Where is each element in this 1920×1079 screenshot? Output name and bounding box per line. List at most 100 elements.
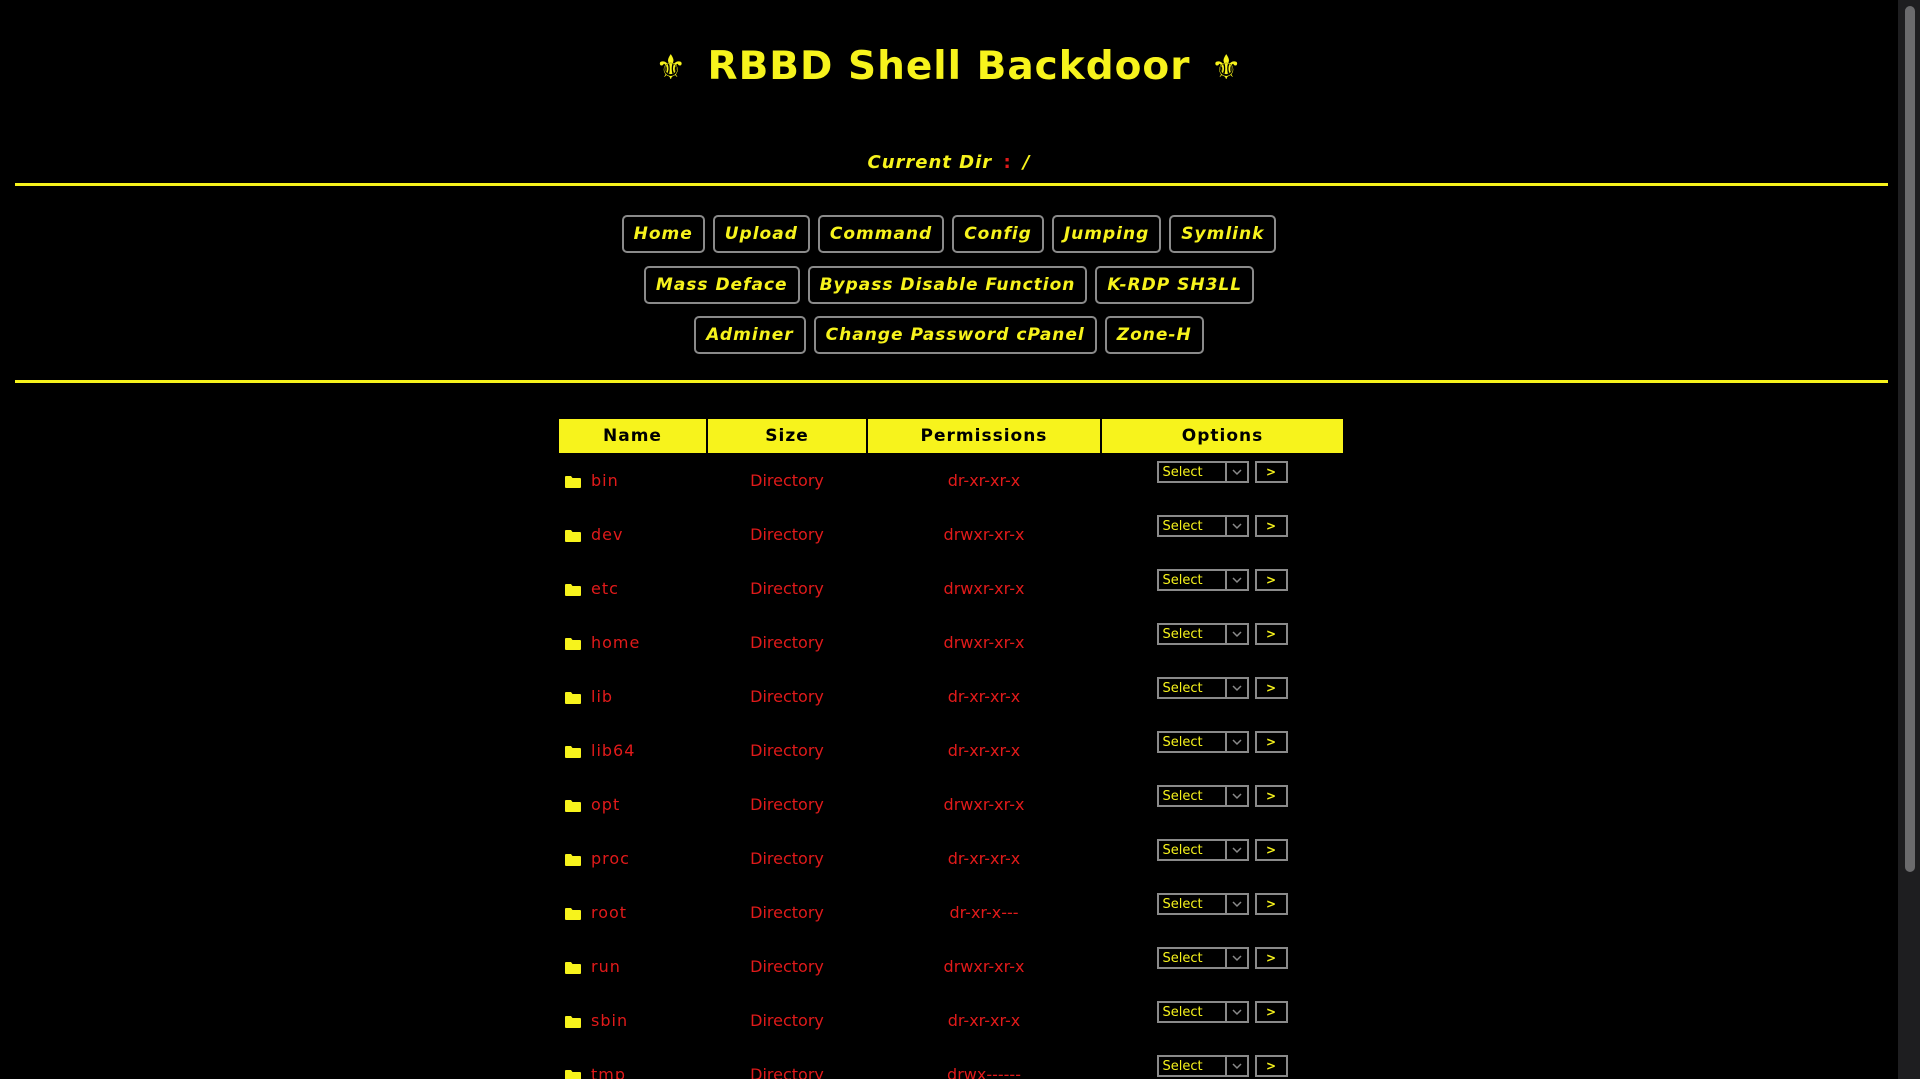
action-select[interactable]: Select bbox=[1156, 893, 1249, 916]
options-group: Select > bbox=[1156, 839, 1288, 862]
cell-name: dev bbox=[559, 507, 707, 561]
file-link[interactable]: run bbox=[591, 957, 621, 976]
nav-button-change-password-cpanel[interactable]: Change Password cPanel bbox=[813, 316, 1097, 354]
action-select-label: Select bbox=[1162, 950, 1203, 966]
scrollbar[interactable] bbox=[1898, 0, 1920, 1079]
file-link[interactable]: opt bbox=[591, 795, 620, 814]
action-select[interactable]: Select bbox=[1156, 1001, 1249, 1024]
file-link[interactable]: tmp bbox=[591, 1065, 626, 1079]
cell-options: Select > bbox=[1101, 831, 1343, 885]
file-link[interactable]: root bbox=[591, 903, 627, 922]
cell-options: Select > bbox=[1101, 939, 1343, 993]
page-title: ⚜ RBBD Shell Backdoor ⚜ bbox=[0, 44, 1898, 89]
file-link[interactable]: lib bbox=[591, 687, 613, 706]
go-button[interactable]: > bbox=[1254, 1001, 1288, 1024]
action-select[interactable]: Select bbox=[1156, 623, 1249, 646]
nav-row-3: Adminer Change Password cPanel Zone-H bbox=[0, 316, 1898, 354]
go-button[interactable]: > bbox=[1254, 947, 1288, 970]
action-select[interactable]: Select bbox=[1156, 515, 1249, 538]
folder-icon bbox=[565, 473, 581, 488]
go-button[interactable]: > bbox=[1254, 893, 1288, 916]
action-select[interactable]: Select bbox=[1156, 461, 1249, 484]
action-select[interactable]: Select bbox=[1156, 947, 1249, 970]
cell-name: root bbox=[559, 885, 707, 939]
nav-button-jumping[interactable]: Jumping bbox=[1051, 215, 1162, 253]
chevron-down-icon bbox=[1224, 463, 1247, 482]
cell-options: Select > bbox=[1101, 561, 1343, 615]
nav-button-k-rdp-sh3ll[interactable]: K-RDP SH3LL bbox=[1095, 266, 1255, 304]
action-select-label: Select bbox=[1162, 842, 1203, 858]
cell-name: sbin bbox=[559, 993, 707, 1047]
scrollbar-thumb[interactable] bbox=[1905, 6, 1915, 872]
cell-permissions: drwxr-xr-x bbox=[943, 524, 1025, 544]
file-link[interactable]: lib64 bbox=[591, 741, 635, 760]
action-select[interactable]: Select bbox=[1156, 677, 1249, 700]
cell-options: Select > bbox=[1101, 453, 1343, 507]
cell-permissions: dr-xr-xr-x bbox=[947, 686, 1021, 706]
divider bbox=[15, 183, 1888, 186]
divider bbox=[15, 380, 1888, 383]
go-button[interactable]: > bbox=[1254, 677, 1288, 700]
go-button[interactable]: > bbox=[1254, 623, 1288, 646]
nav-button-bypass-disable-function[interactable]: Bypass Disable Function bbox=[807, 266, 1088, 304]
action-select-label: Select bbox=[1162, 788, 1203, 804]
cell-permissions: drwx------ bbox=[947, 1064, 1021, 1079]
header-size: Size bbox=[707, 419, 868, 453]
current-dir-separator: : bbox=[1003, 152, 1012, 173]
folder-icon bbox=[565, 905, 581, 920]
go-button[interactable]: > bbox=[1254, 839, 1288, 862]
action-select[interactable]: Select bbox=[1156, 1055, 1249, 1078]
chevron-down-icon bbox=[1224, 1003, 1247, 1022]
options-group: Select > bbox=[1156, 1001, 1288, 1024]
chevron-down-icon bbox=[1224, 1057, 1247, 1076]
cell-size: Directory bbox=[750, 632, 824, 652]
cell-permissions: drwxr-xr-x bbox=[943, 794, 1025, 814]
table-row: bin Directory dr-xr-xr-x Select > bbox=[559, 453, 1343, 507]
options-group: Select > bbox=[1156, 893, 1288, 916]
action-select[interactable]: Select bbox=[1156, 785, 1249, 808]
nav-button-command[interactable]: Command bbox=[817, 215, 945, 253]
go-button[interactable]: > bbox=[1254, 569, 1288, 592]
file-link[interactable]: bin bbox=[591, 471, 619, 490]
cell-permissions: drwxr-xr-x bbox=[943, 956, 1025, 976]
nav-button-mass-deface[interactable]: Mass Deface bbox=[643, 266, 800, 304]
nav-button-symlink[interactable]: Symlink bbox=[1169, 215, 1277, 253]
go-button[interactable]: > bbox=[1254, 1055, 1288, 1078]
cell-permissions: dr-xr-xr-x bbox=[947, 470, 1021, 490]
header-name: Name bbox=[559, 419, 708, 453]
nav-row-1: Home Upload Command Config Jumping Symlink bbox=[0, 215, 1898, 253]
action-select[interactable]: Select bbox=[1156, 731, 1249, 754]
go-button[interactable]: > bbox=[1254, 785, 1288, 808]
folder-icon bbox=[565, 851, 581, 866]
folder-icon bbox=[565, 1067, 581, 1079]
nav-row-2: Mass Deface Bypass Disable Function K-RDP … bbox=[0, 266, 1898, 304]
nav-button-zone-h[interactable]: Zone-H bbox=[1104, 316, 1204, 354]
file-link[interactable]: proc bbox=[591, 849, 630, 868]
cell-options: Select > bbox=[1101, 615, 1343, 669]
go-button[interactable]: > bbox=[1254, 461, 1288, 484]
nav-button-adminer[interactable]: Adminer bbox=[694, 316, 806, 354]
cell-size: Directory bbox=[750, 578, 824, 598]
file-link[interactable]: etc bbox=[591, 579, 619, 598]
nav-button-home[interactable]: Home bbox=[621, 215, 705, 253]
go-button[interactable]: > bbox=[1254, 515, 1288, 538]
options-group: Select > bbox=[1156, 515, 1288, 538]
file-link[interactable]: sbin bbox=[591, 1011, 628, 1030]
options-group: Select > bbox=[1156, 461, 1288, 484]
fleur-de-lis-icon: ⚜ bbox=[655, 48, 687, 88]
action-select[interactable]: Select bbox=[1156, 569, 1249, 592]
table-row: proc Directory dr-xr-xr-x Select > bbox=[559, 831, 1343, 885]
chevron-down-icon bbox=[1224, 841, 1247, 860]
options-group: Select > bbox=[1156, 947, 1288, 970]
options-group: Select > bbox=[1156, 623, 1288, 646]
nav-button-upload[interactable]: Upload bbox=[712, 215, 810, 253]
table-row: lib Directory dr-xr-xr-x Select > bbox=[559, 669, 1343, 723]
nav-button-config[interactable]: Config bbox=[952, 215, 1044, 253]
action-select[interactable]: Select bbox=[1156, 839, 1249, 862]
table-row: run Directory drwxr-xr-x Select > bbox=[559, 939, 1343, 993]
file-link[interactable]: home bbox=[591, 633, 640, 652]
options-group: Select > bbox=[1156, 785, 1288, 808]
file-link[interactable]: dev bbox=[591, 525, 623, 544]
current-dir-path-link[interactable]: / bbox=[1023, 152, 1031, 173]
go-button[interactable]: > bbox=[1254, 731, 1288, 754]
